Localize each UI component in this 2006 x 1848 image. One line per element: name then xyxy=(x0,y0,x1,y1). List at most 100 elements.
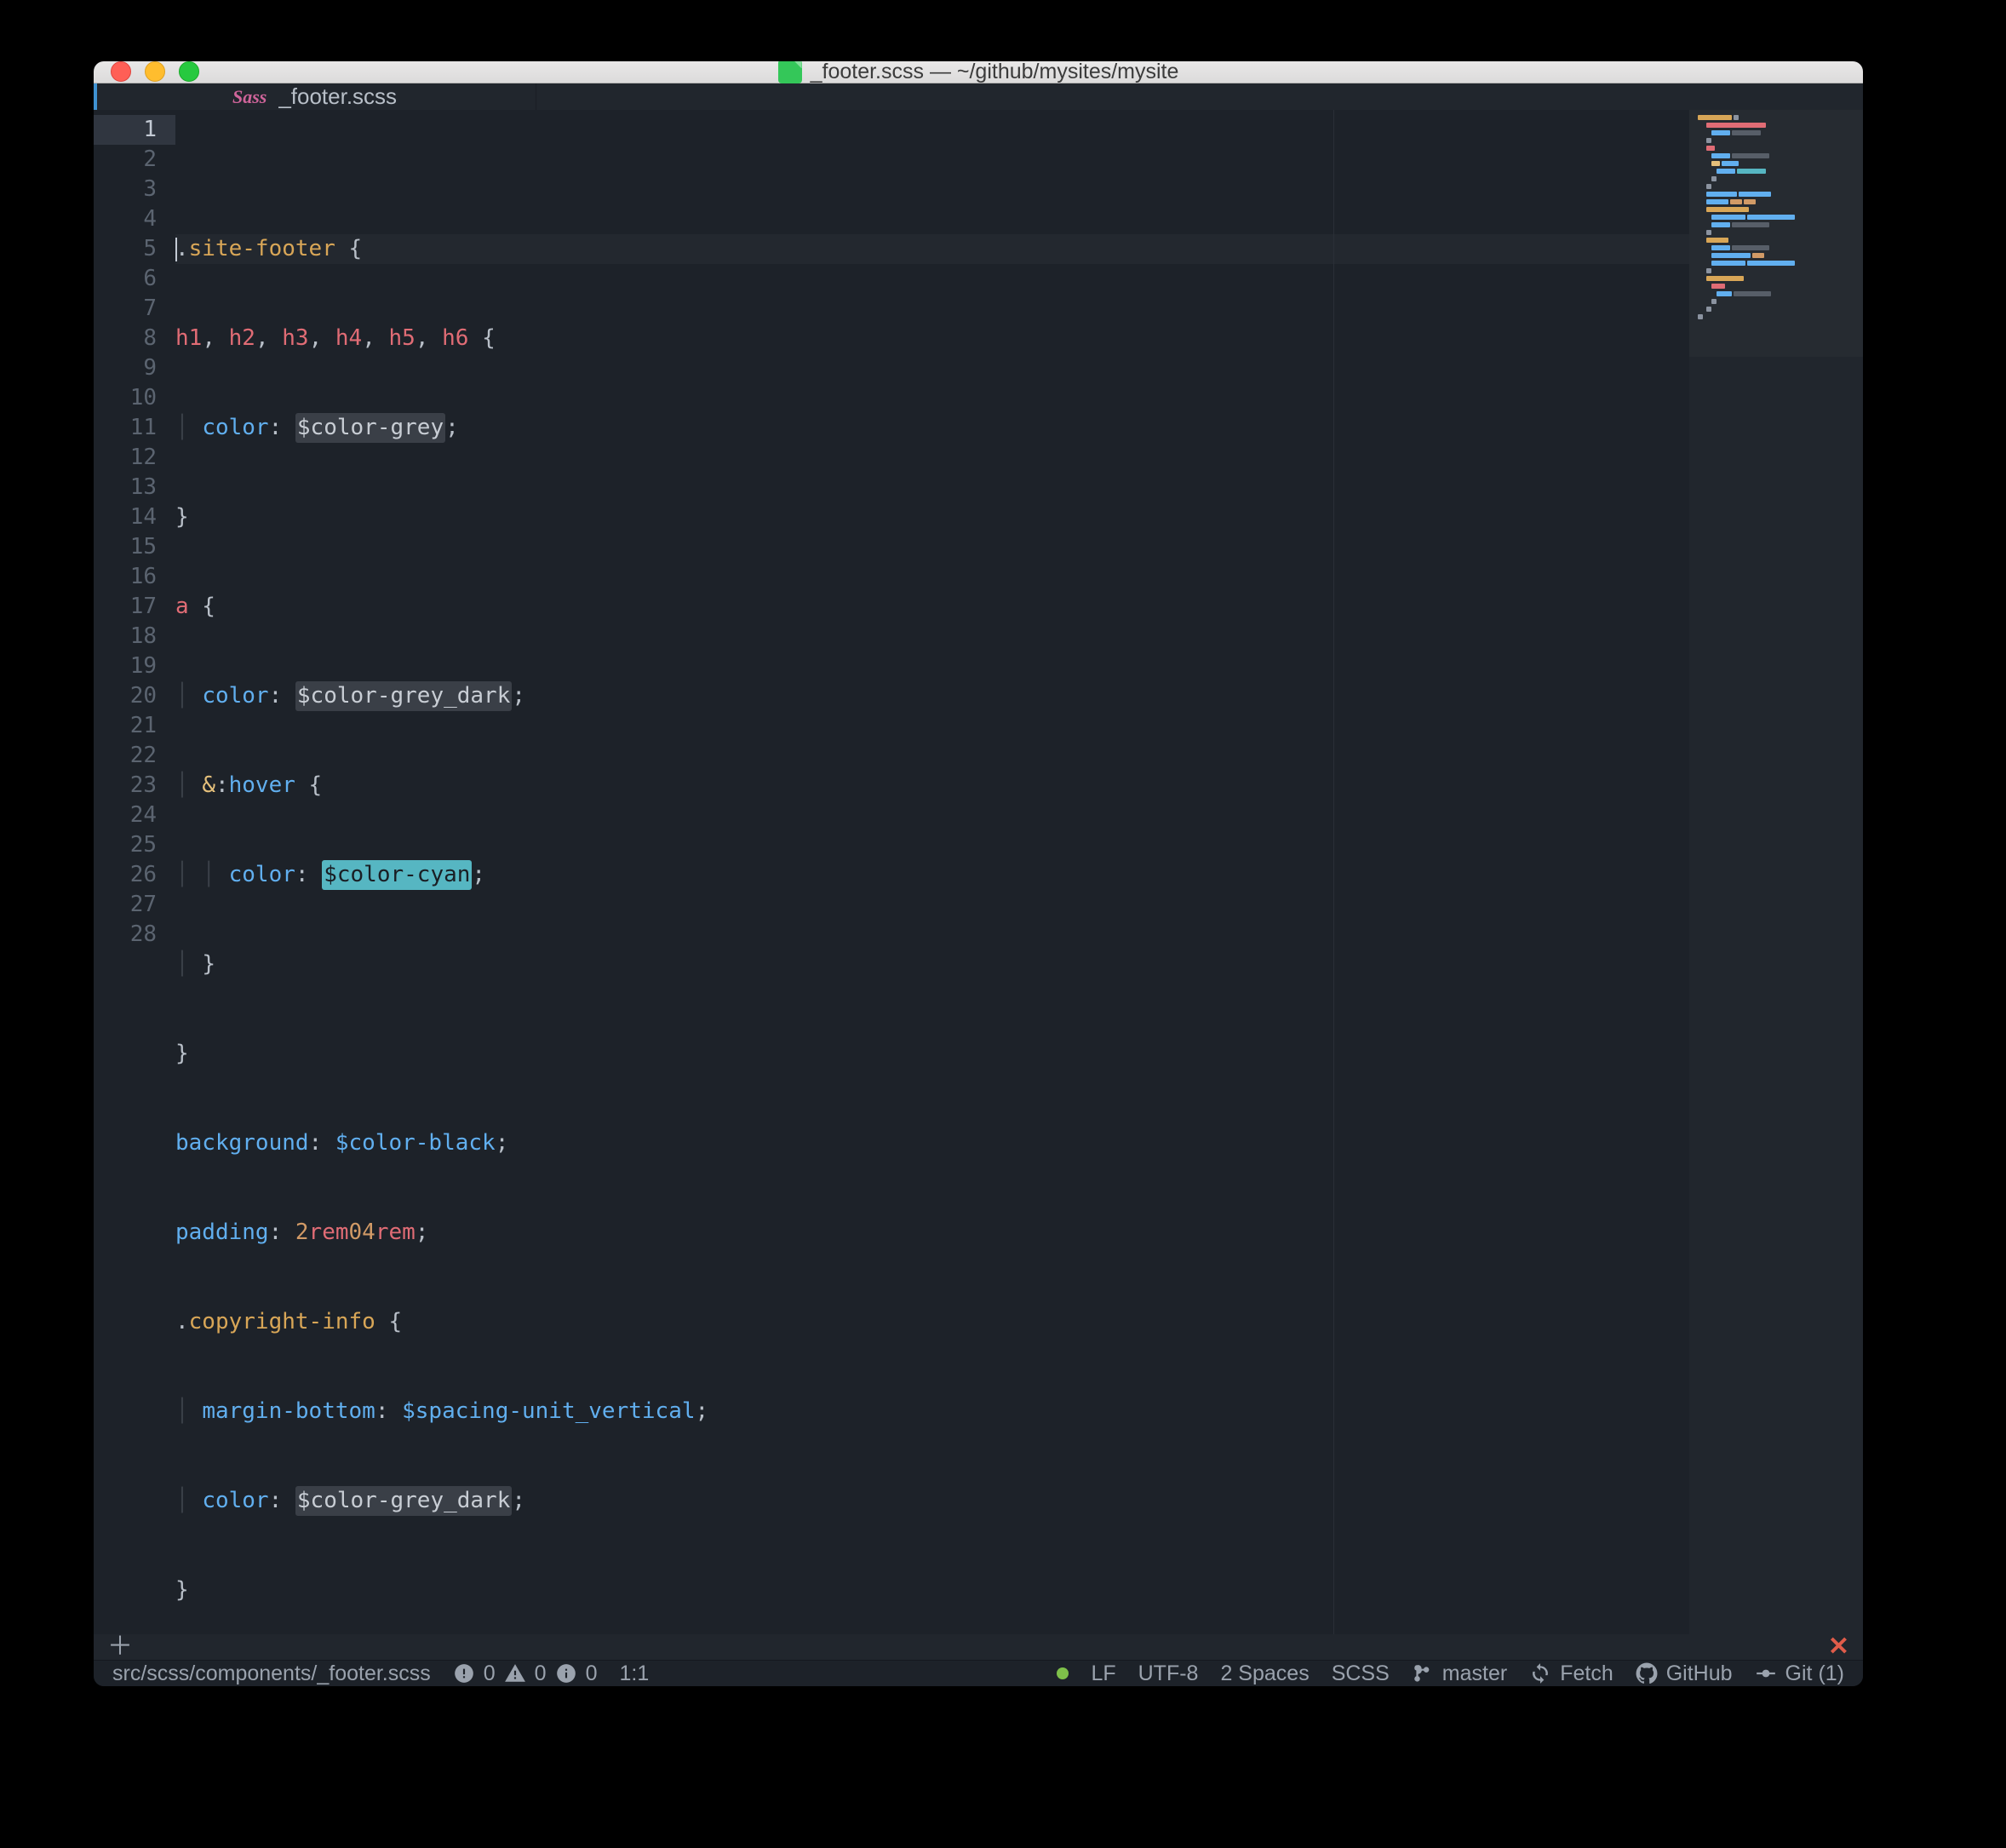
selector: h5 xyxy=(389,324,416,353)
pseudo-class: hover xyxy=(229,771,295,801)
file-path[interactable]: src/scss/components/_footer.scss xyxy=(112,1661,431,1686)
sync-icon xyxy=(1529,1662,1551,1684)
plus-icon[interactable]: ＋ xyxy=(107,1634,133,1660)
tab-label: _footer.scss xyxy=(278,83,397,110)
line-number[interactable]: 8 xyxy=(94,324,175,353)
unit: rem xyxy=(375,1218,416,1248)
line-number[interactable]: 27 xyxy=(94,890,175,920)
tab-footer-scss[interactable]: Sass _footer.scss xyxy=(94,83,536,110)
code-editor[interactable]: .site-footer { h1, h2, h3, h4, h5, h6 { … xyxy=(175,110,1689,1634)
branch-name: master xyxy=(1442,1661,1507,1686)
property: padding xyxy=(175,1218,269,1248)
property: color xyxy=(202,1486,268,1516)
line-number[interactable]: 26 xyxy=(94,860,175,890)
git-label: Git (1) xyxy=(1785,1661,1844,1686)
line-number[interactable]: 20 xyxy=(94,681,175,711)
indentation[interactable]: 2 Spaces xyxy=(1220,1661,1309,1686)
git-status[interactable]: Git (1) xyxy=(1755,1661,1844,1686)
property: background xyxy=(175,1128,309,1158)
github-link[interactable]: GitHub xyxy=(1636,1661,1733,1686)
line-number[interactable]: 2 xyxy=(94,145,175,175)
error-icon xyxy=(453,1662,475,1684)
fetch-label: Fetch xyxy=(1560,1661,1613,1686)
variable: $spacing-unit_vertical xyxy=(402,1397,695,1426)
line-number[interactable]: 11 xyxy=(94,413,175,443)
unit: rem xyxy=(309,1218,349,1248)
selector: h4 xyxy=(335,324,362,353)
variable: $color-grey xyxy=(295,413,445,443)
line-number[interactable]: 10 xyxy=(94,383,175,413)
line-number[interactable]: 22 xyxy=(94,741,175,771)
git-fetch[interactable]: Fetch xyxy=(1529,1661,1613,1686)
warning-icon xyxy=(504,1662,526,1684)
tab-bar: Sass _footer.scss xyxy=(94,83,1863,110)
line-number[interactable]: 21 xyxy=(94,711,175,741)
selector: copyright-info xyxy=(189,1307,375,1337)
github-icon xyxy=(1636,1662,1658,1684)
commit-icon xyxy=(1755,1662,1777,1684)
minimap-content xyxy=(1698,115,1858,322)
close-icon[interactable]: ✕ xyxy=(1828,1634,1849,1660)
line-number[interactable]: 25 xyxy=(94,830,175,860)
window-title: _footer.scss — ~/github/mysites/mysite xyxy=(811,61,1179,84)
titlebar: _footer.scss — ~/github/mysites/mysite xyxy=(94,61,1863,83)
branch-icon xyxy=(1412,1662,1434,1684)
variable: $color-cyan xyxy=(322,860,472,890)
property: color xyxy=(229,860,295,890)
line-number[interactable]: 24 xyxy=(94,801,175,830)
number: 2 xyxy=(295,1218,309,1248)
number: 4 xyxy=(362,1218,375,1248)
line-number[interactable]: 7 xyxy=(94,294,175,324)
selector: h2 xyxy=(229,324,255,353)
github-label: GitHub xyxy=(1666,1661,1733,1686)
line-number[interactable]: 14 xyxy=(94,502,175,532)
unsaved-indicator-icon xyxy=(1057,1667,1069,1679)
variable: $color-grey_dark xyxy=(295,681,512,711)
status-bar: src/scss/components/_footer.scss 0 0 0 1… xyxy=(94,1660,1863,1686)
line-number[interactable]: 6 xyxy=(94,264,175,294)
selector: a xyxy=(175,592,189,622)
gutter: 1 2 3 4 5 6 7 8 9 10 11 12 13 14 15 16 1… xyxy=(94,110,175,1634)
encoding[interactable]: UTF-8 xyxy=(1138,1661,1199,1686)
file-status[interactable] xyxy=(1057,1667,1069,1679)
line-number[interactable]: 13 xyxy=(94,473,175,502)
line-number[interactable]: 18 xyxy=(94,622,175,651)
selector: h6 xyxy=(442,324,468,353)
line-number[interactable]: 23 xyxy=(94,771,175,801)
variable: $color-black xyxy=(335,1128,496,1158)
file-type-icon xyxy=(778,61,802,83)
line-number[interactable]: 28 xyxy=(94,920,175,950)
line-number[interactable]: 1 xyxy=(94,115,175,145)
line-number[interactable]: 19 xyxy=(94,651,175,681)
line-ending[interactable]: LF xyxy=(1091,1661,1115,1686)
line-number[interactable]: 4 xyxy=(94,204,175,234)
diagnostics[interactable]: 0 0 0 xyxy=(453,1661,598,1686)
line-number[interactable]: 5 xyxy=(94,234,175,264)
property: color xyxy=(202,413,268,443)
error-count: 0 xyxy=(484,1661,496,1686)
zoom-window-button[interactable] xyxy=(179,61,199,82)
window-controls xyxy=(94,61,199,82)
git-branch[interactable]: master xyxy=(1412,1661,1507,1686)
line-number[interactable]: 3 xyxy=(94,175,175,204)
line-number[interactable]: 15 xyxy=(94,532,175,562)
cursor-position[interactable]: 1:1 xyxy=(619,1661,649,1686)
selector: site-footer xyxy=(189,234,335,264)
property: color xyxy=(202,681,268,711)
warning-count: 0 xyxy=(535,1661,547,1686)
line-number[interactable]: 17 xyxy=(94,592,175,622)
line-number[interactable]: 9 xyxy=(94,353,175,383)
line-number[interactable]: 12 xyxy=(94,443,175,473)
minimize-window-button[interactable] xyxy=(145,61,165,82)
info-count: 0 xyxy=(586,1661,598,1686)
editor-window: _footer.scss — ~/github/mysites/mysite S… xyxy=(94,61,1863,1686)
minimap[interactable] xyxy=(1689,110,1863,1634)
line-number[interactable]: 16 xyxy=(94,562,175,592)
close-window-button[interactable] xyxy=(111,61,131,82)
variable: $color-grey_dark xyxy=(295,1486,512,1516)
sass-icon: Sass xyxy=(232,86,267,108)
editor-main: 1 2 3 4 5 6 7 8 9 10 11 12 13 14 15 16 1… xyxy=(94,110,1863,1634)
selector: h1 xyxy=(175,324,202,353)
property: margin-bottom xyxy=(202,1397,375,1426)
language[interactable]: SCSS xyxy=(1332,1661,1390,1686)
